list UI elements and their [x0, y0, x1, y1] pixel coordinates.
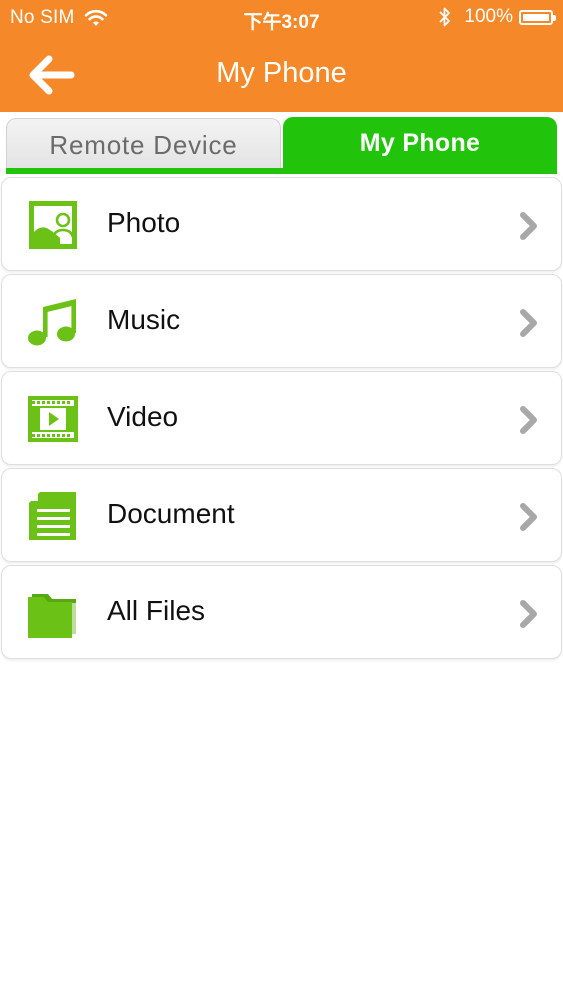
document-icon [29, 492, 76, 540]
music-note-icon [28, 299, 76, 346]
list-item-music[interactable]: Music [1, 274, 562, 368]
list-item-all-files[interactable]: All Files [1, 565, 562, 659]
chevron-right-icon [520, 212, 537, 240]
list-item-label: Music [107, 304, 181, 335]
chevron-right-icon [520, 406, 537, 434]
list-item-photo[interactable]: Photo [1, 177, 562, 271]
segmented-tabs: Remote Device My Phone [0, 112, 563, 176]
tab-underline [6, 168, 557, 174]
chevron-right-icon [520, 503, 537, 531]
status-right: 100% [438, 6, 556, 28]
list-item-label: Document [107, 498, 235, 529]
header-bar: No SIM 下午3:07 100% My Phone [0, 0, 563, 112]
list-item-label: Photo [107, 207, 181, 238]
chevron-right-icon [520, 600, 537, 628]
battery-icon [519, 9, 556, 25]
status-bar: No SIM 下午3:07 100% [0, 0, 563, 36]
list-item-video[interactable]: Video [1, 371, 562, 465]
battery-nub [553, 14, 556, 21]
photo-icon [29, 201, 77, 249]
list-item-document[interactable]: Document [1, 468, 562, 562]
page-title: My Phone [216, 57, 347, 89]
list-item-label: Video [107, 401, 179, 432]
navigation-bar: My Phone [0, 36, 563, 112]
tab-remote-device[interactable]: Remote Device [6, 118, 281, 170]
bluetooth-icon [439, 7, 451, 27]
list-item-label: All Files [107, 595, 206, 626]
battery-percent: 100% [464, 6, 513, 27]
battery-fill [523, 13, 549, 21]
chevron-right-icon [520, 309, 537, 337]
folder-icon [28, 594, 76, 638]
video-film-icon [28, 396, 78, 442]
tab-my-phone[interactable]: My Phone [283, 117, 557, 170]
